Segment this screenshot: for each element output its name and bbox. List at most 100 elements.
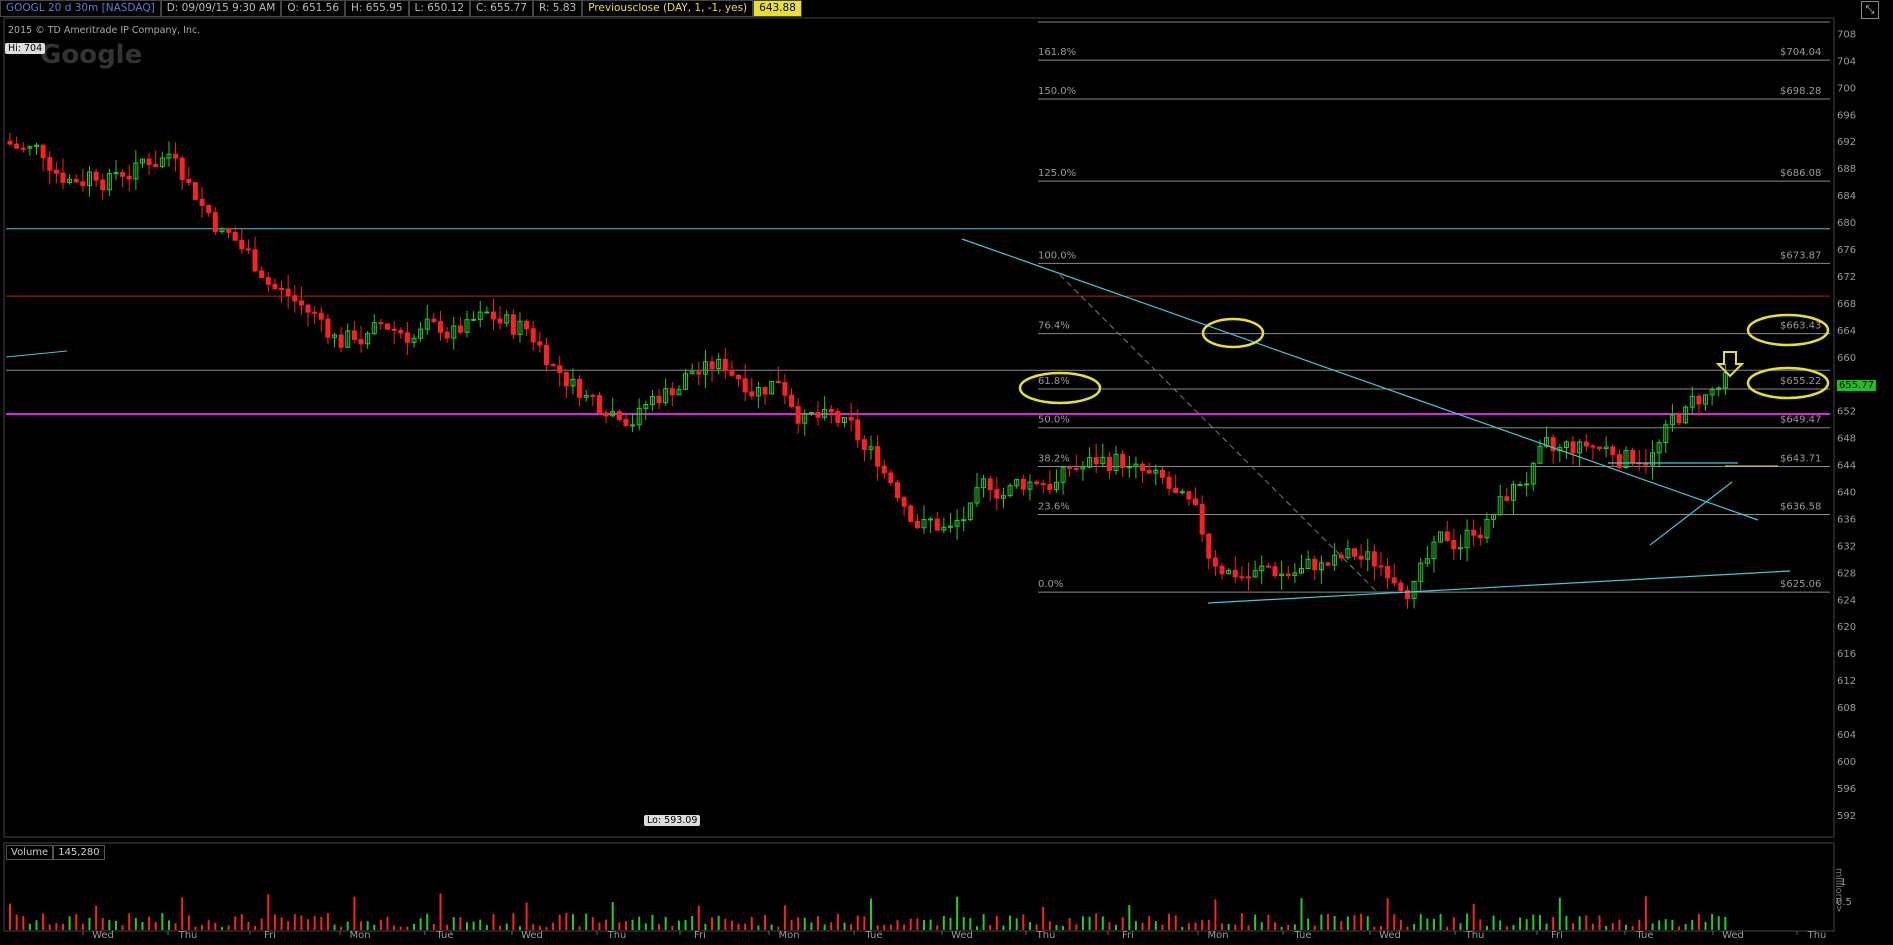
volume-bar (399, 926, 402, 930)
volume-bar (1254, 914, 1257, 930)
y-tick-label: 692 (1837, 137, 1856, 148)
volume-bar (61, 923, 64, 930)
volume-bar (677, 920, 680, 930)
volume-bar (1234, 924, 1237, 930)
candle-body (1120, 453, 1126, 469)
candle-body (875, 446, 881, 467)
candle-body (848, 417, 854, 421)
volume-bar (790, 920, 793, 930)
y-tick-label: 664 (1837, 326, 1856, 337)
candle-body (1272, 566, 1278, 577)
y-tick-label: 620 (1837, 622, 1856, 633)
volume-bar (114, 920, 117, 930)
candle-body (438, 321, 443, 333)
fib-pct-label: 150.0% (1038, 86, 1076, 97)
x-day-label: Wed (92, 930, 114, 941)
volume-bar (227, 925, 230, 930)
candle-body (894, 482, 900, 499)
candle-body (80, 181, 86, 186)
symbol-label[interactable]: GOOGL 20 d 30m [NASDAQ] (0, 0, 161, 17)
fib-price-label: $649.47 (1780, 415, 1821, 426)
volume-bar (717, 915, 720, 930)
volume-bar (406, 926, 409, 930)
candle-body (908, 505, 914, 522)
volume-unit-label: millions> (1833, 868, 1845, 913)
candle-body (1265, 565, 1271, 568)
volume-bar (803, 917, 806, 930)
volume-bar (1485, 925, 1488, 930)
volume-bar (1492, 915, 1495, 930)
volume-bar (1148, 916, 1151, 930)
fib-price-label: $686.08 (1780, 168, 1821, 179)
candle-body (325, 318, 331, 338)
x-day-label: Mon (1207, 930, 1228, 941)
candle-body (1034, 481, 1040, 485)
volume-bar (505, 923, 508, 930)
candle-body (351, 330, 357, 340)
volume-bar (214, 922, 217, 930)
volume-bar (1605, 926, 1608, 930)
volume-bar (1572, 923, 1575, 930)
candle-body (543, 344, 549, 366)
fib-pct-label: 0.0% (1038, 579, 1063, 590)
candle-body (404, 332, 410, 343)
candle-body (73, 178, 79, 183)
candle-body (1477, 534, 1483, 539)
volume-bar (1585, 915, 1588, 930)
fib-pct-label: 125.0% (1038, 168, 1076, 179)
volume-bar (1042, 906, 1045, 930)
volume-bar (1260, 922, 1263, 930)
volume-bar (1307, 918, 1310, 930)
drawing-tool-icon[interactable]: ⤡ (1861, 1, 1879, 19)
candle-body (245, 248, 251, 251)
y-tick-label: 660 (1837, 353, 1856, 364)
volume-bar (1081, 916, 1084, 930)
volume-bar (353, 896, 356, 930)
candle-body (815, 411, 821, 418)
candle-body (113, 172, 119, 175)
volume-bar (379, 919, 382, 930)
volume-label[interactable]: Volume (6, 845, 54, 860)
candle-body (1173, 487, 1179, 494)
prev-close-study-label[interactable]: Previousclose (DAY, 1, -1, yes) (582, 0, 754, 17)
candle-body (537, 341, 543, 346)
candle-body (828, 408, 834, 413)
volume-bar (141, 921, 144, 930)
volume-bar (598, 922, 601, 930)
volume-bar (9, 903, 11, 930)
candle-body (398, 329, 404, 334)
volume-bar (419, 918, 422, 930)
fib-pct-label: 23.6% (1038, 502, 1070, 513)
candle-body (93, 171, 99, 181)
candle-body (120, 172, 126, 177)
volume-bar (638, 916, 641, 930)
candle-body (1597, 446, 1603, 450)
yellow-arrow-icon (1715, 351, 1745, 378)
volume-bar (1134, 921, 1137, 930)
volume-bar (154, 921, 157, 930)
y-tick-label: 636 (1837, 514, 1856, 525)
candle-body (60, 172, 66, 183)
volume-bar (1724, 916, 1727, 930)
volume-bar (836, 914, 839, 930)
candle-body (279, 287, 285, 290)
volume-bar (1201, 920, 1204, 930)
volume-bar (585, 913, 588, 930)
fib-pct-label: 61.8% (1038, 376, 1070, 387)
volume-bar (1154, 921, 1157, 930)
volume-bar (300, 915, 303, 930)
volume-bar (1578, 916, 1581, 930)
lo-label: Lo: 593.09 (644, 815, 701, 826)
volume-bar (982, 914, 985, 930)
candle-body (1351, 548, 1357, 557)
volume-bar (757, 925, 760, 930)
volume-bar (883, 924, 886, 930)
volume-bar (1598, 915, 1601, 930)
y-tick-label: 596 (1837, 784, 1856, 795)
candle-body (577, 378, 583, 398)
volume-bar (1545, 923, 1548, 930)
volume-bar (1684, 924, 1687, 930)
candle-body (265, 277, 271, 285)
candle-body (312, 311, 318, 314)
candle-body (1610, 446, 1616, 456)
